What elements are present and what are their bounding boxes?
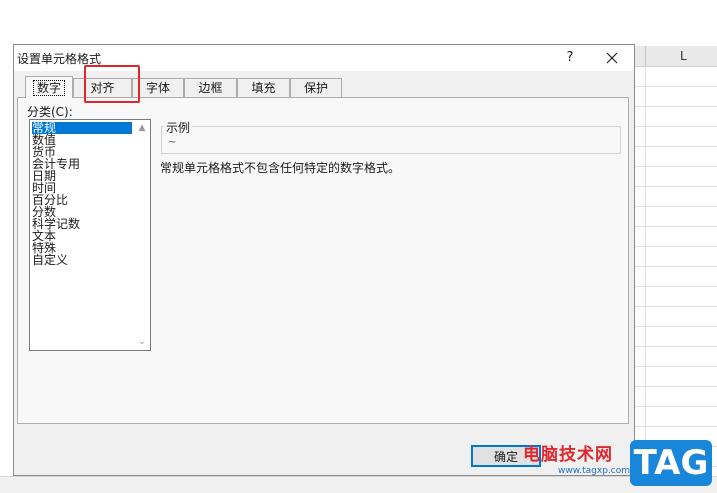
watermark-tag-logo: TAG (630, 440, 712, 486)
grid-row-line (633, 366, 717, 367)
watermark-text: 电脑技术网 (523, 445, 613, 465)
grid-row-line (633, 206, 717, 207)
tab-protection-label: 保护 (303, 81, 328, 95)
tab-number[interactable]: 数字 (25, 76, 73, 98)
grid-row-line (633, 106, 717, 107)
grid-row-line (633, 286, 717, 287)
tab-fill-label: 填充 (251, 81, 276, 95)
grid-row-line (633, 146, 717, 147)
grid-row-line (633, 246, 717, 247)
sheet-bottom-strip (0, 476, 717, 493)
category-listbox[interactable]: 常规 数值 货币 会计专用 日期 时间 百分比 分数 科学记数 文本 特殊 自定… (29, 119, 151, 351)
category-item[interactable]: 自定义 (32, 254, 68, 266)
tab-font-label: 字体 (145, 81, 170, 95)
tab-protection[interactable]: 保护 (290, 78, 342, 97)
grid-row-line (633, 86, 717, 87)
grid-row-line (633, 266, 717, 267)
grid-row-line (633, 406, 717, 407)
tab-border[interactable]: 边框 (184, 78, 237, 97)
tab-border-label: 边框 (198, 81, 223, 95)
format-cells-dialog: 设置单元格格式 ? 数字 对齐 字体 边框 填充 保护 分类(C): 常规 数值… (13, 44, 635, 476)
close-icon (606, 52, 618, 64)
column-header-l[interactable]: L (680, 49, 687, 63)
grid-row-line (633, 126, 717, 127)
sample-value: ~ (168, 137, 177, 148)
watermark-url: www.tagxp.com (558, 466, 630, 476)
scroll-up-icon[interactable]: ▲ (135, 122, 149, 134)
grid-row-line (633, 426, 717, 427)
grid-row-line (633, 346, 717, 347)
grid-row-line (633, 386, 717, 387)
grid-row-line (633, 226, 717, 227)
grid-row-line (633, 326, 717, 327)
column-separator (645, 46, 646, 66)
sample-group (161, 126, 621, 154)
tab-fill[interactable]: 填充 (237, 78, 290, 97)
grid-row-line (633, 186, 717, 187)
close-button[interactable] (600, 48, 624, 68)
category-label: 分类(C): (27, 105, 73, 119)
red-highlight-box (84, 65, 140, 103)
format-description: 常规单元格格式不包含任何特定的数字格式。 (160, 161, 401, 175)
help-button[interactable]: ? (559, 48, 581, 68)
grid-row-line (633, 166, 717, 167)
tab-number-label: 数字 (32, 80, 65, 96)
grid-row-line (633, 306, 717, 307)
scroll-down-icon[interactable]: ⌄ (135, 336, 149, 348)
grid-vline (645, 66, 646, 476)
sample-title: 示例 (164, 119, 193, 136)
